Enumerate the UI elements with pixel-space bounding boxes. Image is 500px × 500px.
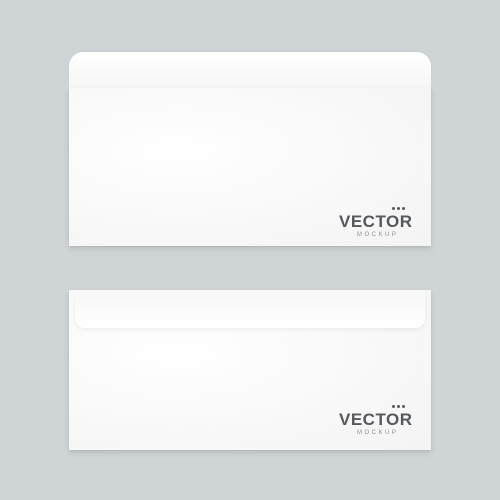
logo-dots-icon (339, 207, 405, 210)
logo-wordmark: VECTOR (339, 410, 413, 429)
logo-wordmark: VECTOR (339, 212, 413, 231)
envelope-closed: VECTOR MOCKUP (69, 290, 431, 450)
closed-envelope-flap (75, 290, 425, 328)
logo-subtitle: MOCKUP (357, 430, 399, 436)
brand-logo: VECTOR MOCKUP (339, 405, 413, 436)
brand-logo: VECTOR MOCKUP (339, 207, 413, 238)
logo-dots-icon (339, 405, 405, 408)
envelope-open: VECTOR MOCKUP (69, 88, 431, 246)
logo-subtitle: MOCKUP (357, 232, 399, 238)
